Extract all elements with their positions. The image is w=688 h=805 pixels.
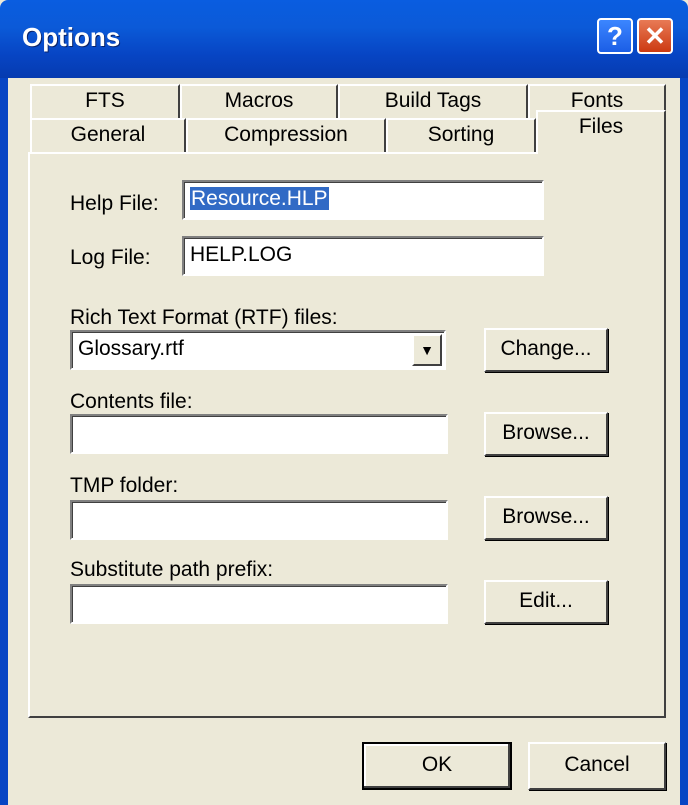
window-title: Options <box>22 22 121 52</box>
contents-file-field[interactable] <box>70 414 448 454</box>
rtf-files-dropdown[interactable]: Glossary.rtf ▼ <box>70 330 446 370</box>
tab-label: FTS <box>85 89 125 112</box>
tab-general[interactable]: General <box>30 118 186 152</box>
cancel-button[interactable]: Cancel <box>528 742 666 790</box>
title-bar[interactable]: Options ? ✕ <box>0 0 688 78</box>
tmp-folder-label: TMP folder: <box>70 474 179 497</box>
tab-label: Files <box>578 115 624 138</box>
rtf-files-label: Rich Text Format (RTF) files: <box>70 306 338 329</box>
edit-button[interactable]: Edit... <box>484 580 608 624</box>
tab-label: General <box>70 123 146 146</box>
tab-label: Build Tags <box>384 89 482 112</box>
tab-fts[interactable]: FTS <box>30 84 180 118</box>
edit-button-label: Edit... <box>519 589 573 612</box>
tab-build-tags[interactable]: Build Tags <box>338 84 528 118</box>
tmp-folder-field[interactable] <box>70 500 448 540</box>
browse-contents-button[interactable]: Browse... <box>484 412 608 456</box>
contents-file-label: Contents file: <box>70 390 193 413</box>
log-file-label: Log File: <box>70 246 151 269</box>
change-button[interactable]: Change... <box>484 328 608 372</box>
help-file-field[interactable]: Resource.HLP <box>182 180 544 220</box>
close-icon: ✕ <box>644 21 666 51</box>
options-dialog: Options ? ✕ FTS Macros Build Tags Fonts … <box>0 0 688 805</box>
window-border-right <box>680 78 688 805</box>
ok-button[interactable]: OK <box>362 742 512 790</box>
tab-label: Macros <box>224 89 294 112</box>
window-border-left <box>0 78 8 805</box>
cancel-button-label: Cancel <box>564 753 630 776</box>
browse-button-label: Browse... <box>502 505 590 528</box>
help-file-value: Resource.HLP <box>190 187 329 210</box>
rtf-selected-value: Glossary.rtf <box>78 337 184 360</box>
question-icon: ? <box>607 21 623 51</box>
substitute-path-field[interactable] <box>70 584 448 624</box>
tab-files[interactable]: Files <box>536 110 666 154</box>
tab-label: Sorting <box>427 123 495 146</box>
help-file-label: Help File: <box>70 192 159 215</box>
close-button[interactable]: ✕ <box>637 18 673 54</box>
chevron-down-icon[interactable]: ▼ <box>412 334 442 366</box>
log-file-field[interactable]: HELP.LOG <box>182 236 544 276</box>
change-button-label: Change... <box>500 337 592 360</box>
tab-compression[interactable]: Compression <box>186 118 386 152</box>
tab-macros[interactable]: Macros <box>180 84 338 118</box>
ok-button-label: OK <box>421 753 453 776</box>
browse-button-label: Browse... <box>502 421 590 444</box>
substitute-path-label: Substitute path prefix: <box>70 558 274 581</box>
help-button[interactable]: ? <box>597 18 633 54</box>
log-file-value: HELP.LOG <box>190 243 293 266</box>
tab-label: Fonts <box>570 89 624 112</box>
tab-sorting[interactable]: Sorting <box>386 118 536 152</box>
tab-label: Compression <box>224 123 348 146</box>
browse-tmp-button[interactable]: Browse... <box>484 496 608 540</box>
